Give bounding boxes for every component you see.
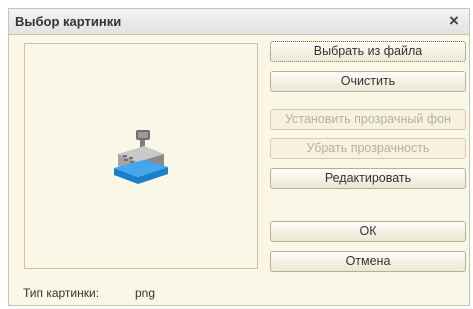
image-picker-dialog: Выбор картинки × Выбрать из файла Очисти… [8, 8, 470, 306]
close-icon[interactable]: × [445, 11, 463, 31]
image-preview [24, 43, 258, 269]
image-type-value: png [135, 286, 156, 300]
title-bar: Выбор картинки × [9, 9, 469, 35]
cancel-button[interactable]: Отмена [270, 251, 466, 272]
remove-transparency-button[interactable]: Убрать прозрачность [270, 138, 466, 159]
image-type-label: Тип картинки: [23, 286, 100, 300]
edit-button[interactable]: Редактировать [270, 168, 466, 189]
set-transparent-background-button[interactable]: Установить прозрачный фон [270, 109, 466, 130]
select-from-file-button[interactable]: Выбрать из файла [270, 41, 466, 62]
cash-register-icon [114, 130, 168, 184]
ok-button[interactable]: ОК [270, 221, 466, 242]
dialog-title: Выбор картинки [15, 14, 122, 29]
clear-button[interactable]: Очистить [270, 71, 466, 92]
